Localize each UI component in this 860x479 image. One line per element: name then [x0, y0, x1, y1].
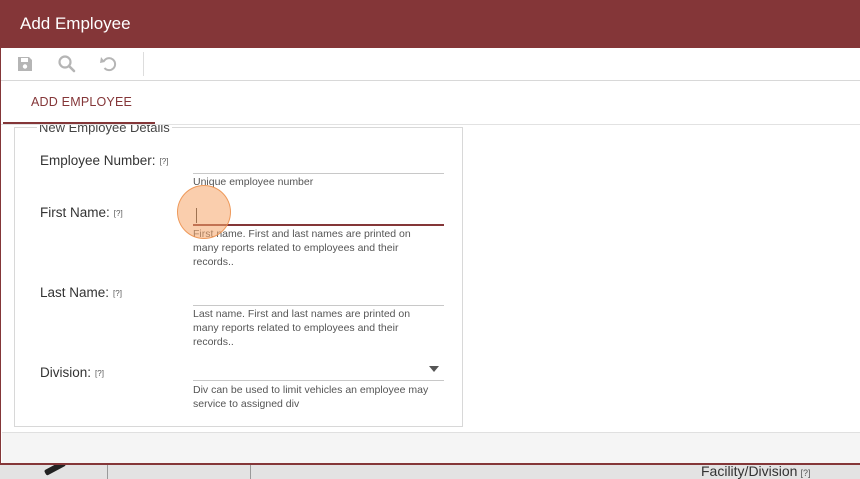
tab-add-employee[interactable]: ADD EMPLOYEE [3, 82, 155, 124]
search-button[interactable] [57, 54, 77, 74]
help-icon[interactable]: [?] [160, 157, 169, 166]
dialog-title: Add Employee [20, 14, 131, 33]
undo-button[interactable] [99, 54, 119, 74]
first-name-hint: First name. First and last names are pri… [193, 228, 411, 268]
last-name-label: Last Name: [?] [40, 285, 122, 300]
help-icon[interactable]: [?] [95, 369, 104, 378]
dialog-footer [2, 432, 860, 463]
background-facility-label: Facility/Division [?] [701, 463, 811, 479]
toolbar-divider [143, 52, 144, 76]
employee-number-label: Employee Number: [?] [40, 153, 169, 168]
division-hint: Div can be used to limit vehicles an emp… [193, 384, 429, 410]
employee-number-hint: Unique employee number [193, 176, 314, 188]
save-button[interactable] [15, 54, 35, 74]
chevron-down-icon [429, 366, 439, 372]
save-icon [18, 57, 32, 71]
dialog-titlebar: Add Employee [1, 0, 860, 48]
add-employee-dialog: Add Employee ADD EMPLOYEE New Employee D… [0, 0, 860, 465]
search-icon [58, 55, 76, 73]
employee-number-input[interactable] [193, 152, 444, 174]
division-select[interactable] [193, 359, 444, 381]
toolbar [1, 48, 860, 81]
undo-icon [100, 57, 117, 72]
division-label: Division: [?] [40, 365, 104, 380]
form-content: New Employee Details Employee Number: [?]… [2, 125, 860, 433]
last-name-input[interactable] [193, 284, 444, 306]
first-name-label: First Name: [?] [40, 205, 123, 220]
help-icon[interactable]: [?] [113, 289, 122, 298]
last-name-hint: Last name. First and last names are prin… [193, 308, 411, 348]
tab-bar: ADD EMPLOYEE [1, 82, 860, 125]
tab-label: ADD EMPLOYEE [31, 95, 133, 109]
help-icon[interactable]: [?] [114, 209, 123, 218]
help-icon: [?] [800, 468, 811, 478]
click-indicator [177, 185, 231, 239]
section-legend: New Employee Details [37, 125, 172, 135]
